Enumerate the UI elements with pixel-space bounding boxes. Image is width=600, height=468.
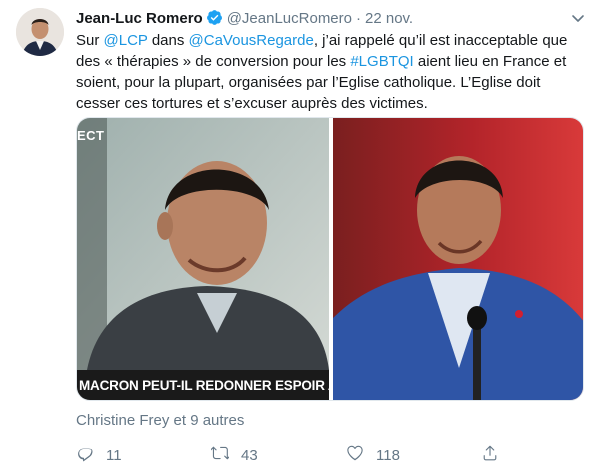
action-bar: 11 43 118 bbox=[76, 444, 586, 468]
author-handle[interactable]: @JeanLucRomero bbox=[227, 10, 352, 27]
media-left-tag: ECT bbox=[77, 128, 105, 143]
like-count: 118 bbox=[376, 446, 400, 464]
tweet: Jean-Luc Romero @JeanLucRomero · 22 nov. Su… bbox=[0, 0, 600, 468]
like-icon bbox=[346, 444, 376, 466]
tweet-date[interactable]: 22 nov. bbox=[365, 10, 413, 27]
text-part: Sur bbox=[76, 32, 104, 49]
media-photo-right[interactable] bbox=[333, 118, 583, 400]
mention-lcp[interactable]: @LCP bbox=[104, 32, 148, 49]
separator-dot: · bbox=[356, 10, 361, 27]
media-photo-left[interactable]: ECT MACRON PEUT-IL REDONNER ESPOIR AUX J… bbox=[77, 118, 331, 400]
verified-badge-icon bbox=[206, 9, 223, 32]
tweet-media[interactable]: ECT MACRON PEUT-IL REDONNER ESPOIR AUX J… bbox=[76, 117, 584, 401]
like-button[interactable]: 118 bbox=[346, 444, 400, 466]
share-button[interactable] bbox=[481, 444, 511, 466]
retweet-icon bbox=[210, 444, 241, 466]
mention-cavousregarde[interactable]: @CaVousRegarde bbox=[189, 32, 314, 49]
reply-button[interactable]: 11 bbox=[76, 444, 122, 466]
chevron-down-icon[interactable] bbox=[570, 10, 586, 31]
media-left-caption: MACRON PEUT-IL REDONNER ESPOIR AUX JEUNI bbox=[79, 378, 331, 393]
tweet-header: Jean-Luc Romero @JeanLucRomero · 22 nov. bbox=[76, 9, 586, 29]
text-part: dans bbox=[147, 32, 189, 49]
liked-by-line[interactable]: Christine Frey et 9 autres bbox=[76, 412, 244, 429]
share-icon bbox=[481, 444, 511, 466]
reply-icon bbox=[76, 444, 106, 466]
retweet-button[interactable]: 43 bbox=[210, 444, 258, 466]
author-name[interactable]: Jean-Luc Romero bbox=[76, 10, 203, 27]
reply-count: 11 bbox=[106, 446, 122, 464]
tweet-text: Sur @LCP dans @CaVousRegarde, j’ai rappe… bbox=[76, 30, 586, 114]
avatar[interactable] bbox=[16, 8, 64, 56]
hashtag-lgbtqi[interactable]: #LGBTQI bbox=[350, 53, 413, 70]
retweet-count: 43 bbox=[241, 446, 258, 464]
